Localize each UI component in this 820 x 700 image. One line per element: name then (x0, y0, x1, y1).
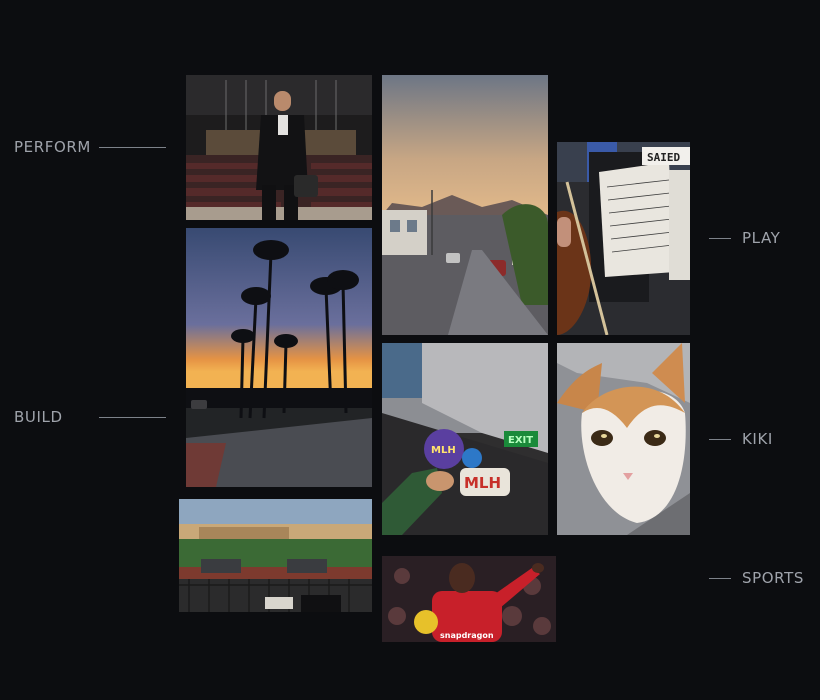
music-stand-sign: SAIED (647, 151, 680, 164)
photo-concert-hall (186, 75, 372, 220)
photo-soccer-player: snapdragon (382, 556, 556, 642)
label-perform: PERFORM (14, 138, 91, 156)
label-sports: SPORTS (742, 569, 804, 587)
photo-cat-kiki (557, 343, 690, 535)
label-kiki: KIKI (742, 430, 773, 448)
photo-hillside-street (382, 75, 548, 335)
label-play: PLAY (742, 229, 781, 247)
photo-palm-sunset (186, 228, 372, 487)
exit-sign: EXIT (508, 435, 533, 446)
connector-line-play (709, 238, 731, 239)
connector-line-sports (709, 578, 731, 579)
connector-line-build (99, 417, 166, 418)
photo-stadium-field (179, 499, 372, 612)
label-build: BUILD (14, 408, 63, 426)
sticker-mlh-bottom: MLH (464, 474, 501, 492)
photo-mlh-stickers: EXIT MLH MLH (382, 343, 548, 535)
jersey-sponsor: snapdragon (440, 631, 494, 640)
photo-violin-sheet-music: SAIED (557, 142, 690, 335)
connector-line-perform (99, 147, 166, 148)
connector-line-kiki (709, 439, 731, 440)
sticker-mlh-top: MLH (431, 445, 456, 456)
